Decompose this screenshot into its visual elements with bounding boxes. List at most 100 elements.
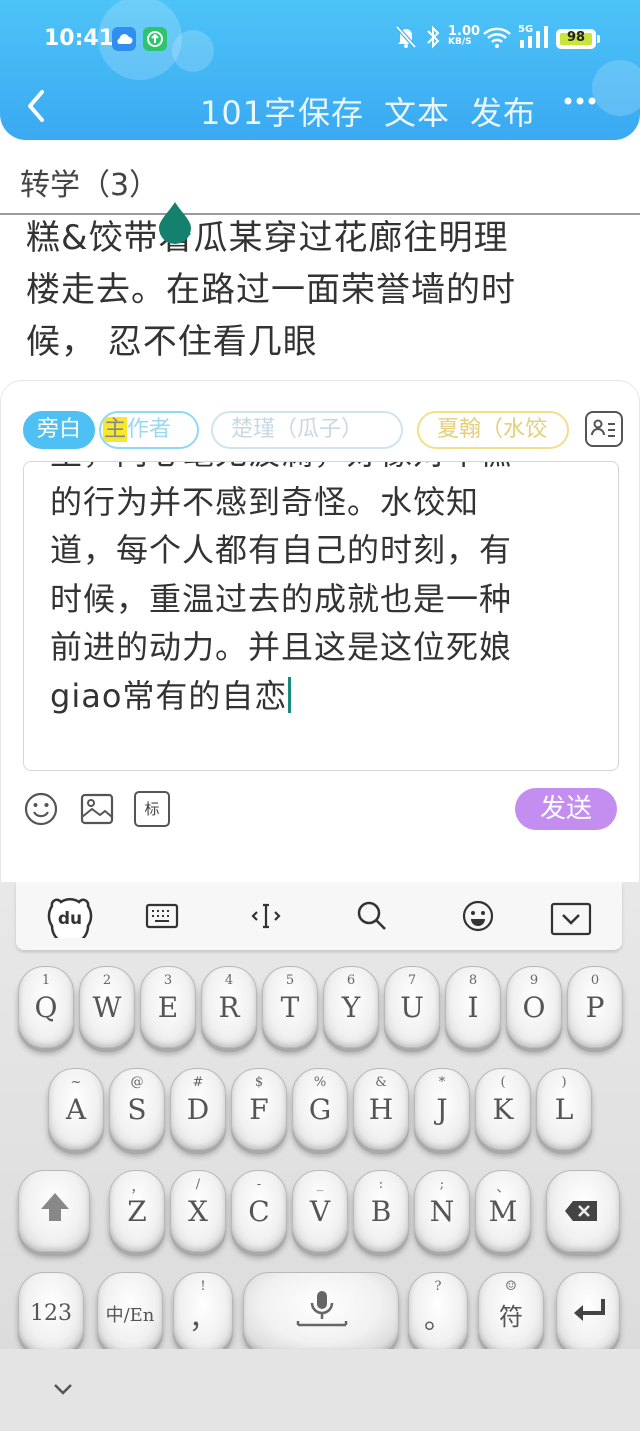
key-label: Q bbox=[34, 991, 58, 1024]
key-label: C bbox=[248, 1195, 270, 1228]
key-g[interactable]: % G bbox=[292, 1068, 348, 1150]
key-sub: 、 bbox=[496, 1181, 510, 1196]
shift-key[interactable] bbox=[18, 1170, 90, 1252]
key-t[interactable]: 5T bbox=[262, 966, 318, 1048]
key-label: T bbox=[280, 991, 300, 1024]
contact-card-icon bbox=[591, 419, 615, 437]
key-x[interactable]: / X bbox=[170, 1170, 226, 1252]
message-text[interactable]: 里，内心毫无波澜，好像对年糕 的行为并不感到奇怪。水饺知 道，每个人都有自己的时… bbox=[50, 462, 590, 720]
key-r[interactable]: 4R bbox=[201, 966, 257, 1048]
battery-icon: 98 bbox=[556, 29, 596, 49]
enter-key[interactable] bbox=[556, 1272, 620, 1354]
key-q[interactable]: 1Q bbox=[18, 966, 74, 1048]
collapse-keyboard-button[interactable] bbox=[550, 902, 592, 936]
space-key[interactable] bbox=[243, 1272, 399, 1354]
role-chip-author[interactable]: 主作者 bbox=[99, 411, 199, 449]
language-switch-key[interactable]: 中/En bbox=[97, 1272, 163, 1354]
emoji-button[interactable] bbox=[23, 791, 59, 827]
key-sub: ~ bbox=[70, 1075, 82, 1090]
back-button[interactable] bbox=[22, 86, 52, 126]
keyboard-emoji-button[interactable] bbox=[460, 898, 496, 934]
key-v[interactable]: _ V bbox=[292, 1170, 348, 1252]
key-sub: # bbox=[192, 1075, 204, 1090]
key-sub: : bbox=[378, 1177, 384, 1192]
network-speed-value: 1.00 bbox=[448, 24, 481, 39]
period-key[interactable]: ?。 bbox=[408, 1272, 468, 1354]
keyboard-icon bbox=[145, 903, 179, 929]
status-time: 10:41 bbox=[44, 26, 115, 51]
key-label: X bbox=[188, 1195, 208, 1228]
image-button[interactable] bbox=[79, 791, 115, 827]
baidu-du-button[interactable]: du bbox=[46, 894, 94, 946]
key-n[interactable]: ; N bbox=[414, 1170, 470, 1252]
key-sub: * bbox=[438, 1075, 446, 1090]
key-u[interactable]: 7U bbox=[384, 966, 440, 1048]
enter-arrow-icon bbox=[574, 1299, 605, 1321]
key-label: K bbox=[492, 1093, 514, 1126]
key-s[interactable]: @ S bbox=[109, 1068, 165, 1150]
number-key[interactable]: 123 bbox=[18, 1272, 84, 1354]
backspace-key[interactable] bbox=[546, 1170, 620, 1252]
symbol-key[interactable]: ☺ 符 bbox=[478, 1272, 544, 1354]
key-f[interactable]: $ F bbox=[231, 1068, 287, 1150]
keyboard-layout-button[interactable] bbox=[144, 898, 180, 934]
key-d[interactable]: # D bbox=[170, 1068, 226, 1150]
key-sub: 8 bbox=[468, 973, 478, 988]
key-sub: ) bbox=[561, 1075, 567, 1090]
key-j[interactable]: * J bbox=[414, 1068, 470, 1150]
chapter-title[interactable]: 转学（3） bbox=[20, 160, 159, 204]
key-l[interactable]: ) L bbox=[536, 1068, 592, 1150]
image-icon bbox=[80, 793, 114, 825]
role-list-button[interactable] bbox=[585, 411, 623, 447]
key-m[interactable]: 、 M bbox=[475, 1170, 531, 1252]
input-line: giao常有的自恋 bbox=[50, 676, 288, 715]
key-sub: 3 bbox=[163, 973, 173, 988]
key-label: S bbox=[127, 1093, 147, 1126]
green-app-icon bbox=[143, 27, 167, 51]
send-button[interactable]: 发送 bbox=[515, 788, 617, 830]
key-k[interactable]: (K bbox=[475, 1068, 531, 1150]
input-line: 的行为并不感到奇怪。水饺知 bbox=[50, 482, 480, 521]
text-selection-handle[interactable] bbox=[157, 200, 193, 246]
key-i[interactable]: 8I bbox=[445, 966, 501, 1048]
key-label: E bbox=[157, 991, 179, 1024]
key-c[interactable]: -C bbox=[231, 1170, 287, 1252]
key-o[interactable]: 9O bbox=[506, 966, 562, 1048]
text-caret bbox=[288, 676, 292, 713]
keyboard-search-button[interactable] bbox=[354, 898, 390, 934]
hide-keyboard-button[interactable] bbox=[48, 1379, 78, 1401]
key-b[interactable]: :B bbox=[353, 1170, 409, 1252]
mute-bell-icon bbox=[394, 24, 418, 54]
keyboard: du 1Q 2W 3E 4R 5T 6Y 7U 8I 9O 0P ~ A @ S #… bbox=[0, 882, 640, 1431]
key-label: F bbox=[249, 1093, 269, 1126]
role-chip-xiahan[interactable]: 夏翰（水饺 bbox=[417, 411, 569, 449]
shift-arrow-icon bbox=[41, 1193, 69, 1221]
role-chip-narration[interactable]: 旁白 bbox=[23, 411, 95, 449]
save-button[interactable]: 保存 bbox=[298, 88, 364, 134]
cursor-icon bbox=[251, 903, 281, 929]
cursor-edit-button[interactable] bbox=[248, 898, 284, 934]
key-h[interactable]: & H bbox=[353, 1068, 409, 1150]
top-app-bar: 10:41 1.00 KB/S 5G 98 101字 保存 文本 发布 bbox=[0, 0, 640, 140]
message-input[interactable]: 里，内心毫无波澜，好像对年糕 的行为并不感到奇怪。水饺知 道，每个人都有自己的时… bbox=[23, 461, 619, 771]
tag-button[interactable]: 标 bbox=[134, 791, 170, 827]
drop-handle-icon bbox=[159, 202, 191, 244]
word-count: 101字 bbox=[200, 94, 298, 132]
role-chip-chujin[interactable]: 楚瑾（瓜子） bbox=[211, 411, 403, 449]
key-p[interactable]: 0P bbox=[567, 966, 623, 1048]
key-label: D bbox=[186, 1093, 210, 1126]
key-y[interactable]: 6Y bbox=[323, 966, 379, 1048]
key-sub: ， bbox=[130, 1181, 144, 1196]
chevron-down-icon bbox=[54, 1384, 72, 1395]
more-options-button[interactable] bbox=[562, 88, 602, 118]
keyboard-bottom-bar bbox=[0, 1349, 640, 1431]
text-mode-button[interactable]: 文本 bbox=[384, 88, 450, 134]
key-a[interactable]: ~ A bbox=[48, 1068, 104, 1150]
key-w[interactable]: 2W bbox=[79, 966, 135, 1048]
publish-button[interactable]: 发布 bbox=[470, 88, 536, 134]
key-z[interactable]: ， Z bbox=[109, 1170, 165, 1252]
key-label: P bbox=[585, 991, 605, 1024]
key-e[interactable]: 3E bbox=[140, 966, 196, 1048]
key-label: N bbox=[429, 1195, 455, 1228]
comma-key[interactable]: !， bbox=[173, 1272, 233, 1354]
